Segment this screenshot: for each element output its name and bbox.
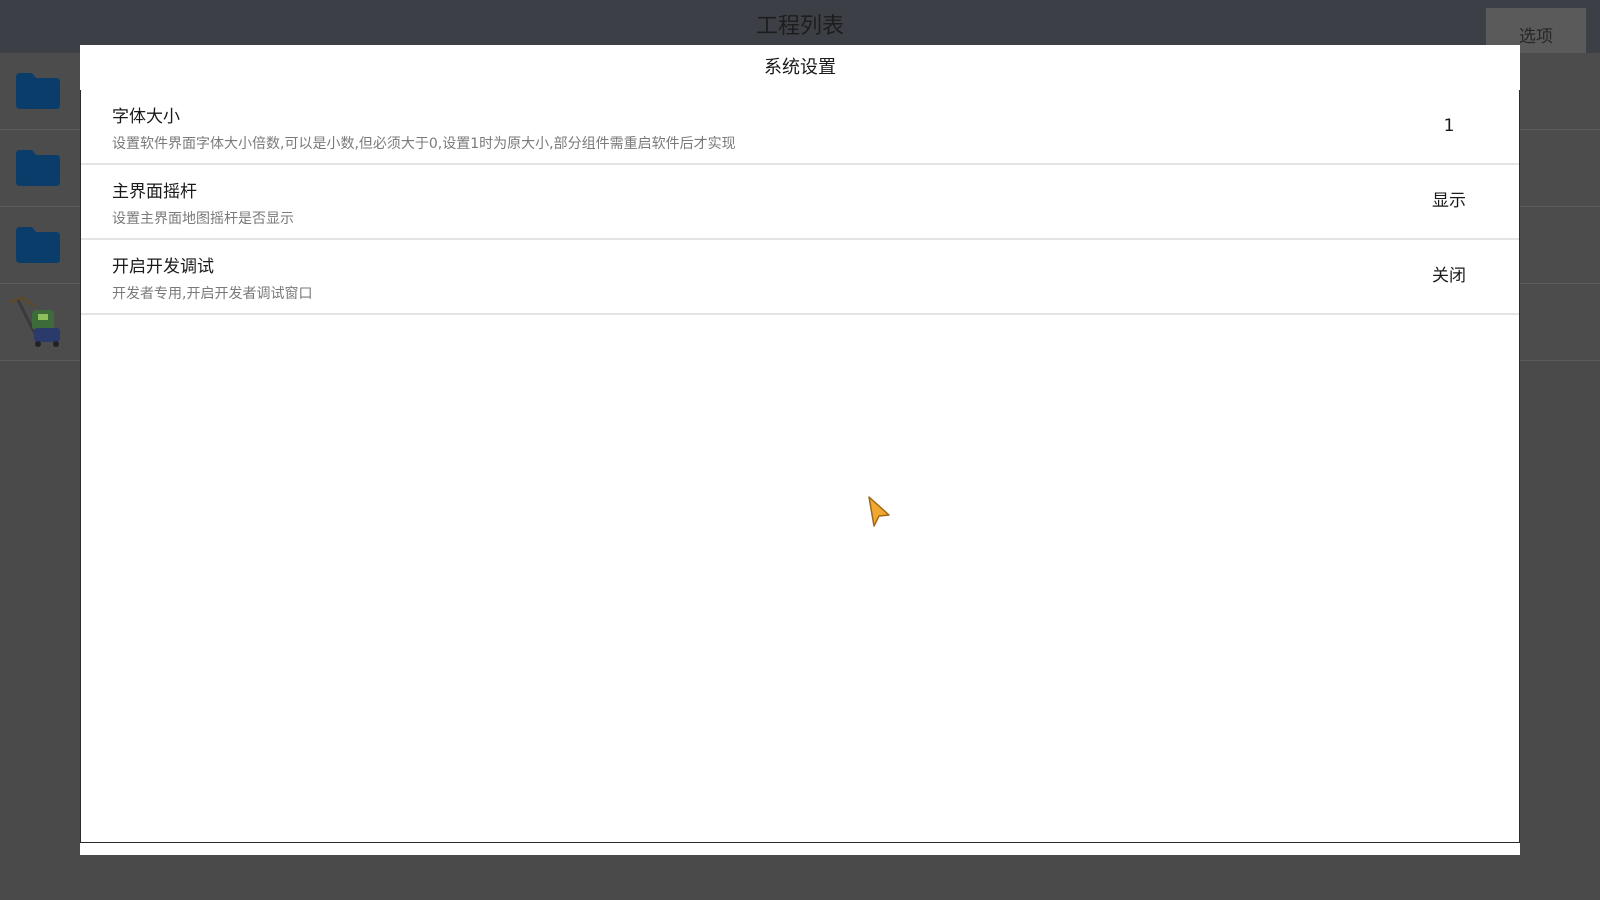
settings-list: 字体大小 设置软件界面字体大小倍数,可以是小数,但必须大于0,设置1时为原大小,…	[80, 90, 1520, 843]
setting-dev-debug[interactable]: 开启开发调试 开发者专用,开启开发者调试窗口 关闭	[81, 240, 1519, 315]
setting-title: 开启开发调试	[112, 257, 214, 277]
setting-value[interactable]: 1	[1409, 90, 1489, 163]
setting-description: 设置主界面地图摇杆是否显示	[112, 211, 294, 227]
setting-joystick[interactable]: 主界面摇杆 设置主界面地图摇杆是否显示 显示	[81, 165, 1519, 240]
setting-value[interactable]: 关闭	[1409, 240, 1489, 313]
setting-title: 主界面摇杆	[112, 182, 197, 202]
folder-icon	[16, 73, 60, 109]
setting-value[interactable]: 显示	[1409, 165, 1489, 238]
mouse-pointer-icon	[868, 496, 890, 527]
game-character-icon	[9, 296, 60, 347]
system-settings-dialog: 系统设置 字体大小 设置软件界面字体大小倍数,可以是小数,但必须大于0,设置1时…	[80, 45, 1520, 855]
setting-description: 设置软件界面字体大小倍数,可以是小数,但必须大于0,设置1时为原大小,部分组件需…	[112, 136, 736, 152]
folder-icon	[16, 227, 60, 263]
dialog-title: 系统设置	[80, 45, 1520, 92]
folder-icon	[16, 150, 60, 186]
setting-description: 开发者专用,开启开发者调试窗口	[112, 286, 313, 302]
setting-title: 字体大小	[112, 107, 180, 127]
setting-font-size[interactable]: 字体大小 设置软件界面字体大小倍数,可以是小数,但必须大于0,设置1时为原大小,…	[81, 90, 1519, 165]
